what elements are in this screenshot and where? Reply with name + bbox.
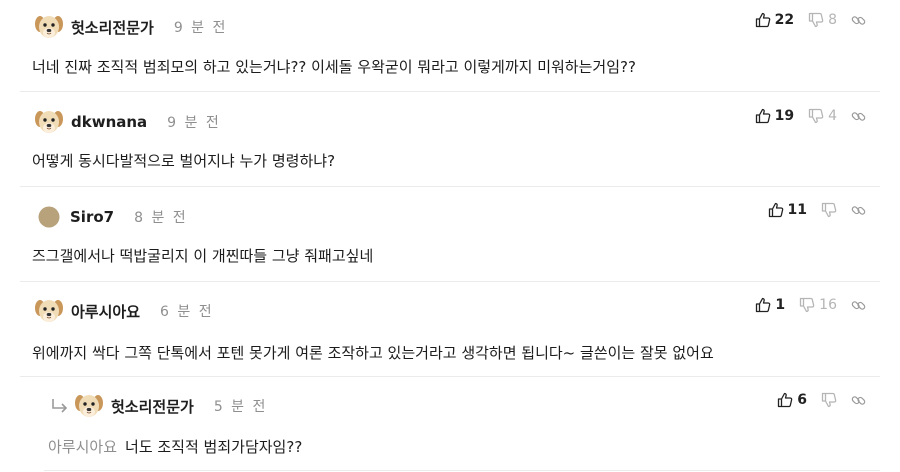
comment-meta: 헛소리전문가 5 분 전 xyxy=(50,390,267,422)
comment-author[interactable]: Siro7 xyxy=(70,208,114,226)
comment-actions: 6 xyxy=(763,388,866,412)
dislike-button[interactable] xyxy=(821,202,837,218)
puppy-avatar-icon[interactable] xyxy=(74,391,104,421)
comment-item: 아루시아요 6 분 전 1 16 위에까지 싹다 그쪽 단톡에서 포텐 못가게 … xyxy=(20,282,880,377)
like-button[interactable]: 22 xyxy=(755,12,794,28)
puppy-avatar-icon[interactable] xyxy=(34,107,64,137)
comment-time: 9 분 전 xyxy=(167,115,221,131)
comment-time: 9 분 전 xyxy=(173,20,228,36)
comment-actions: 11 xyxy=(754,198,866,222)
comment-time: 8 분 전 xyxy=(134,210,188,226)
thumbs-up-icon xyxy=(755,297,771,313)
share-link-button[interactable] xyxy=(851,13,866,28)
link-icon xyxy=(851,13,866,28)
comment-author[interactable]: 아루시아요 xyxy=(71,301,140,322)
link-icon xyxy=(851,298,866,313)
dislike-button[interactable]: 16 xyxy=(799,297,837,313)
thumbs-up-icon xyxy=(755,12,771,28)
like-count: 19 xyxy=(774,108,795,124)
share-link-button[interactable] xyxy=(851,203,866,218)
dislike-count: 4 xyxy=(828,108,837,124)
comment-text: 너네 진짜 조직적 범죄모의 하고 있는거냐?? 이세돌 우왁굳이 뭐라고 이렇… xyxy=(32,58,636,76)
link-icon xyxy=(851,203,866,218)
share-link-button[interactable] xyxy=(851,298,866,313)
reply-text-row: 아루시아요 너도 조직적 범죄가담자임?? xyxy=(48,436,302,457)
comment-thread: 헛소리전문가 9 분 전 22 8 너네 진짜 조직적 범죄모의 하고 있는거냐… xyxy=(0,0,900,472)
comment-text: 너도 조직적 범죄가담자임?? xyxy=(125,438,303,456)
dislike-count: 16 xyxy=(819,297,837,313)
comment-meta: dkwnana 9 분 전 xyxy=(34,106,221,138)
comment-text: 즈그갤에서나 떡밥굴리지 이 개찐따들 그냥 줘패고싶네 xyxy=(32,247,374,265)
circle-avatar-icon[interactable] xyxy=(38,206,60,228)
comment-author[interactable]: 헛소리전문가 xyxy=(111,396,194,417)
dislike-button[interactable] xyxy=(821,392,837,408)
comment-actions: 22 8 xyxy=(741,8,866,32)
thumbs-down-icon xyxy=(808,12,824,28)
dislike-button[interactable]: 8 xyxy=(808,12,837,28)
share-link-button[interactable] xyxy=(851,109,866,124)
like-count: 22 xyxy=(774,12,795,28)
thumbs-down-icon xyxy=(799,297,815,313)
reply-item: 헛소리전문가 5 분 전 6 아루시아요 너도 조직적 범죄가담자임?? xyxy=(44,377,880,471)
thumbs-down-icon xyxy=(821,202,837,218)
thumbs-down-icon xyxy=(808,108,824,124)
comment-item: 헛소리전문가 9 분 전 22 8 너네 진짜 조직적 범죄모의 하고 있는거냐… xyxy=(20,0,880,92)
comment-time: 6 분 전 xyxy=(160,304,214,320)
dislike-button[interactable]: 4 xyxy=(808,108,837,124)
thumbs-up-icon xyxy=(777,392,793,408)
comment-actions: 1 16 xyxy=(741,293,866,317)
comment-item: Siro7 8 분 전 11 즈그갤에서나 떡밥굴리지 이 개찐따들 그냥 줘패… xyxy=(20,187,880,282)
comment-meta: 아루시아요 6 분 전 xyxy=(34,295,214,327)
comment-time: 5 분 전 xyxy=(213,399,268,415)
link-icon xyxy=(851,109,866,124)
comment-meta: 헛소리전문가 9 분 전 xyxy=(34,11,227,43)
like-count: 1 xyxy=(775,297,786,313)
comment-actions: 19 4 xyxy=(741,104,866,128)
link-icon xyxy=(851,393,866,408)
reply-arrow-icon xyxy=(52,399,68,413)
puppy-avatar-icon[interactable] xyxy=(34,296,64,326)
like-button[interactable]: 6 xyxy=(777,392,807,408)
like-button[interactable]: 1 xyxy=(755,297,785,313)
thumbs-down-icon xyxy=(821,392,837,408)
puppy-avatar-icon[interactable] xyxy=(34,12,64,42)
comment-author[interactable]: dkwnana xyxy=(71,113,147,131)
comment-item: dkwnana 9 분 전 19 4 어떻게 동시다발적으로 벌어지냐 누가 명… xyxy=(20,92,880,187)
thumbs-up-icon xyxy=(768,202,784,218)
mention-username[interactable]: 아루시아요 xyxy=(48,438,117,456)
dislike-count: 8 xyxy=(828,12,837,28)
comment-text: 위에까지 싹다 그쪽 단톡에서 포텐 못가게 여론 조작하고 있는거라고 생각하… xyxy=(32,344,714,362)
like-count: 6 xyxy=(797,392,807,408)
comment-meta: Siro7 8 분 전 xyxy=(34,201,188,233)
comment-text: 어떻게 동시다발적으로 벌어지냐 누가 명령하냐? xyxy=(32,152,336,170)
like-button[interactable]: 19 xyxy=(755,108,794,124)
like-count: 11 xyxy=(787,202,807,218)
share-link-button[interactable] xyxy=(851,393,866,408)
comment-author[interactable]: 헛소리전문가 xyxy=(71,17,154,38)
thumbs-up-icon xyxy=(755,108,771,124)
like-button[interactable]: 11 xyxy=(768,202,807,218)
